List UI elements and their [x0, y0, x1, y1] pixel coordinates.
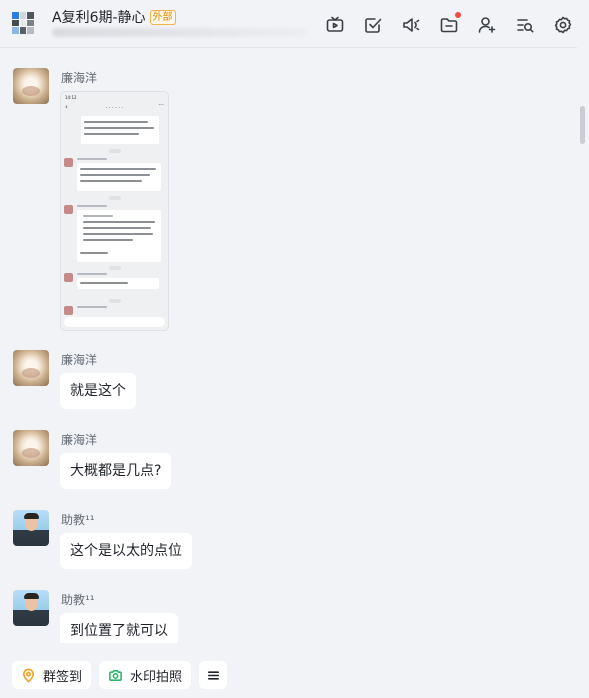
chat-header: A复利6期-静心 外部: [0, 0, 589, 48]
settings-icon[interactable]: [551, 13, 575, 37]
announcement-icon[interactable]: [399, 13, 423, 37]
message-bubble[interactable]: 到位置了就可以: [60, 613, 178, 643]
avatar[interactable]: [13, 590, 49, 626]
phone-title-bar: · · · · · ·: [105, 105, 124, 111]
message-item: 助教¹¹ 到位置了就可以: [13, 590, 313, 643]
sender-name: 助教¹¹: [61, 513, 95, 527]
scrollbar-thumb[interactable]: [580, 106, 585, 144]
sender-name: 廉海洋: [61, 71, 98, 85]
location-pin-icon: [23, 668, 34, 682]
menu-icon: [207, 670, 219, 680]
avatar[interactable]: [13, 430, 49, 466]
avatar[interactable]: [13, 350, 49, 386]
external-badge: 外部: [149, 9, 176, 25]
folder-icon[interactable]: [437, 12, 461, 37]
search-history-icon[interactable]: [513, 13, 537, 37]
camera-icon: [109, 669, 122, 681]
chat-window: A复利6期-静心 外部 廉海洋 14:12 ‹ · · · · · · ··· …: [0, 0, 589, 698]
phone-more-icon: ···: [158, 102, 164, 109]
phone-bubble: [77, 278, 159, 289]
more-menu-button[interactable]: [199, 661, 228, 689]
avatar[interactable]: [13, 68, 49, 104]
checkin-label: 群签到: [43, 669, 83, 685]
avatar[interactable]: [13, 510, 49, 546]
phone-bubble: [77, 163, 161, 191]
phone-input-bar: [64, 317, 165, 327]
phone-bubble: [77, 210, 161, 262]
message-bubble[interactable]: 这个是以太的点位: [60, 533, 192, 569]
header-divider: [0, 47, 577, 48]
blurred-subtitle: [52, 28, 307, 37]
message-bubble[interactable]: 就是这个: [60, 373, 136, 409]
chat-title[interactable]: A复利6期-静心: [52, 7, 146, 27]
watermark-camera-button[interactable]: 水印拍照: [99, 661, 192, 689]
phone-status-bar: 14:12: [65, 95, 77, 100]
sender-name: 助教¹¹: [61, 593, 95, 607]
group-avatar[interactable]: [12, 12, 34, 34]
sender-name: 廉海洋: [61, 353, 98, 367]
tv-icon[interactable]: [323, 13, 347, 37]
add-member-icon[interactable]: [475, 13, 499, 37]
image-attachment[interactable]: 14:12 ‹ · · · · · · ···: [60, 91, 169, 331]
task-check-icon[interactable]: [361, 13, 385, 37]
sender-name: 廉海洋: [61, 433, 98, 447]
header-toolbar: [323, 12, 575, 37]
notification-dot: [455, 12, 461, 18]
checkin-button[interactable]: 群签到: [12, 661, 92, 689]
quick-action-bar: 群签到 水印拍照: [12, 661, 228, 689]
watermark-label: 水印拍照: [130, 669, 183, 685]
phone-bubble: [81, 116, 159, 144]
message-bubble[interactable]: 大概都是几点?: [60, 453, 172, 489]
